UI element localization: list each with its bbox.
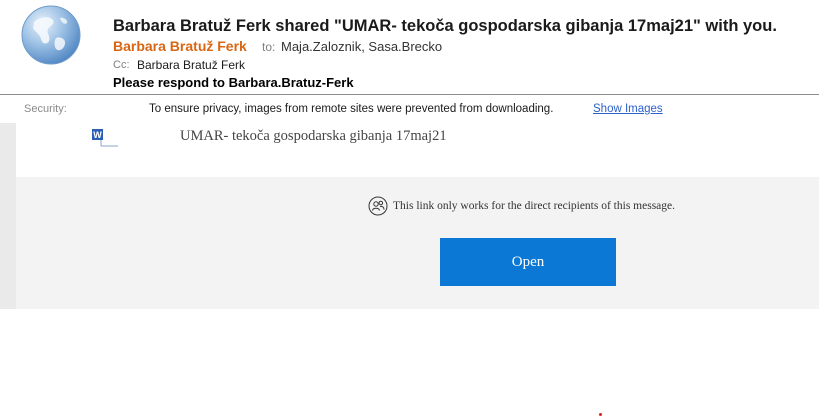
cc-label: Cc:	[113, 59, 130, 71]
sender-name[interactable]: Barbara Bratuž Ferk	[113, 38, 247, 54]
body-side-strip	[0, 123, 16, 309]
security-message: To ensure privacy, images from remote si…	[149, 103, 554, 115]
respond-to-notice: Please respond to Barbara.Bratuz-Ferk	[113, 75, 354, 90]
email-subject: Barbara Bratuž Ferk shared "UMAR- tekoča…	[113, 17, 777, 35]
globe-avatar-icon	[21, 5, 81, 65]
cc-recipients[interactable]: Barbara Bratuž Ferk	[137, 58, 245, 72]
to-label: to:	[262, 40, 276, 54]
to-recipients[interactable]: Maja.Zaloznik, Sasa.Brecko	[281, 39, 442, 54]
people-icon	[368, 196, 388, 216]
shared-file-name[interactable]: UMAR- tekoča gospodarska gibanja 17maj21	[180, 128, 447, 145]
word-document-icon: W	[92, 129, 118, 147]
security-label: Security:	[24, 103, 67, 115]
svg-text:W: W	[93, 130, 102, 140]
link-notice: This link only works for the direct reci…	[393, 200, 676, 212]
red-dot-marker	[599, 413, 602, 416]
show-images-link[interactable]: Show Images	[593, 103, 663, 115]
open-button[interactable]: Open	[440, 238, 616, 286]
